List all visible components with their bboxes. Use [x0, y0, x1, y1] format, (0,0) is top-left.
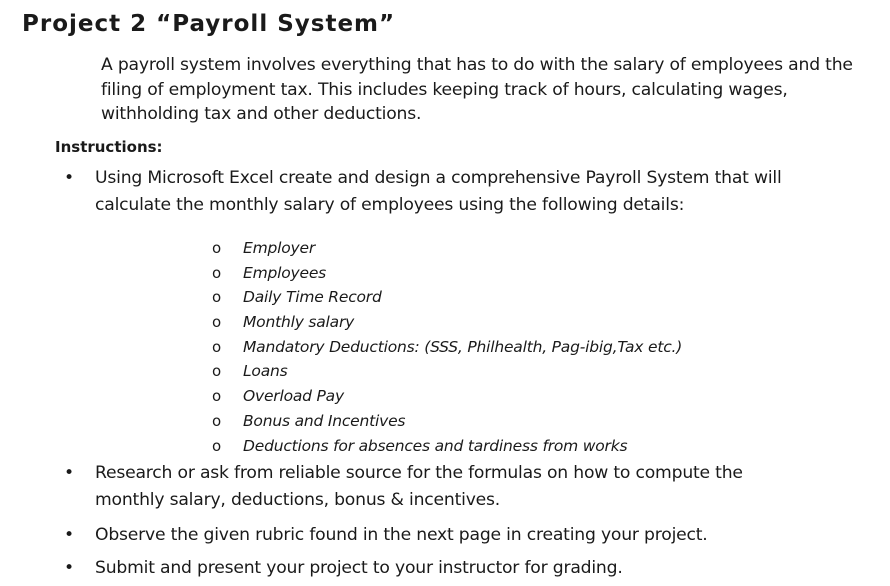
bullet-icon: •: [64, 525, 74, 545]
bullet-text: Submit and present your project to your …: [95, 558, 623, 578]
circle-bullet-icon: o: [212, 387, 221, 406]
sub-item-label: Mandatory Deductions: (SSS, Philhealth, …: [243, 337, 683, 356]
bullet-text: Using Microsoft Excel create and design …: [95, 168, 782, 215]
circle-bullet-icon: o: [212, 263, 221, 282]
bullet-icon: •: [64, 558, 74, 578]
sub-item-label: Loans: [243, 362, 288, 381]
circle-bullet-icon: o: [212, 288, 221, 307]
circle-bullet-icon: o: [212, 337, 221, 356]
circle-bullet-icon: o: [212, 239, 221, 257]
circle-bullet-icon: o: [212, 411, 221, 430]
sub-item-label: Bonus and Incentives: [243, 411, 406, 430]
circle-bullet-icon: o: [212, 362, 221, 381]
bullet-text: Research or ask from reliable source for…: [95, 463, 743, 510]
bullet-icon: •: [64, 463, 74, 483]
circle-bullet-icon: o: [212, 436, 221, 455]
instructions-heading: Instructions:: [55, 138, 163, 156]
intro-paragraph: A payroll system involves everything tha…: [101, 55, 853, 124]
bullet-icon: •: [64, 168, 74, 188]
circle-bullet-icon: o: [212, 313, 221, 332]
sub-item-label: Overload Pay: [243, 387, 344, 406]
sub-item-label: Deductions for absences and tardiness fr…: [243, 436, 628, 455]
page-title: Project 2 “Payroll System”: [22, 11, 396, 37]
sub-item-label: Employer: [243, 239, 316, 257]
sub-item-label: Daily Time Record: [243, 288, 382, 307]
sub-item-label: Monthly salary: [243, 313, 355, 332]
sub-item-label: Employees: [243, 263, 327, 282]
bullet-text: Observe the given rubric found in the ne…: [95, 525, 708, 545]
